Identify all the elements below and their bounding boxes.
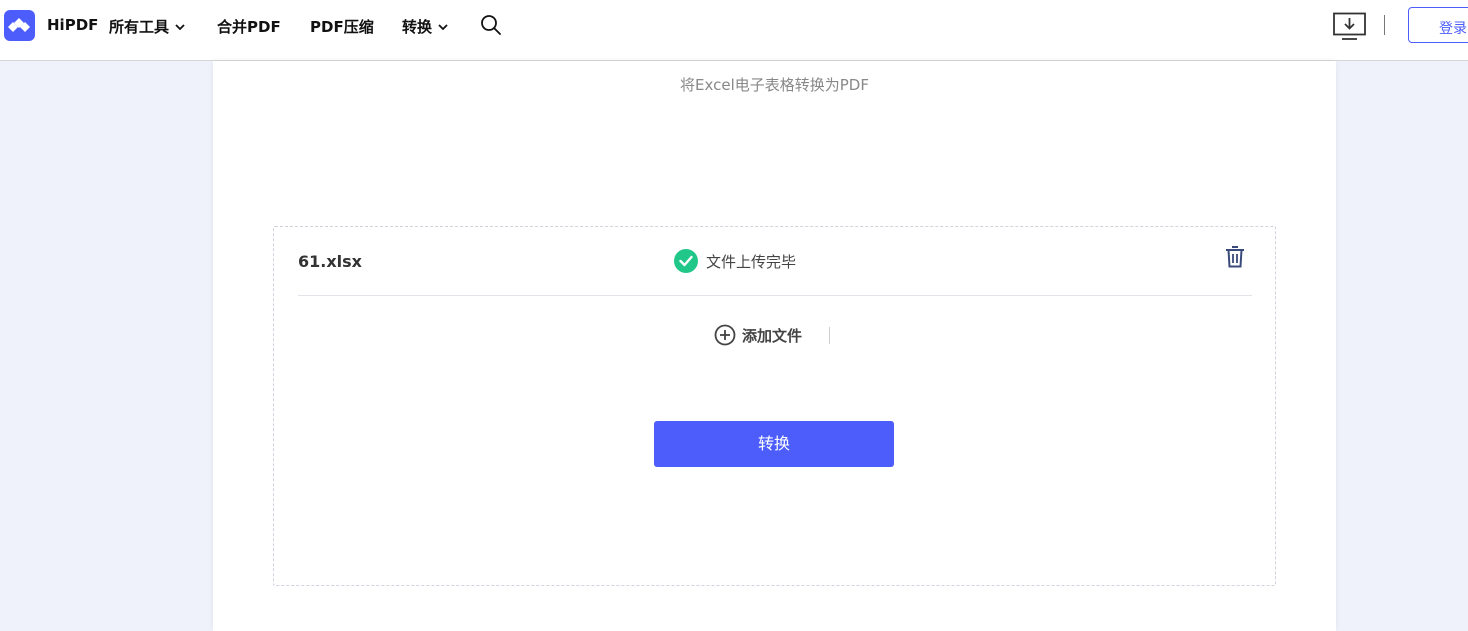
file-name: 61.xlsx (298, 252, 362, 271)
upload-status-text: 文件上传完毕 (706, 252, 797, 271)
top-navigation-bar: HiPDF 所有工具 合并PDF PDF压缩 转换 登录 (0, 0, 1468, 61)
check-circle-icon (674, 249, 698, 273)
nav-convert-label: 转换 (402, 18, 433, 36)
search-icon[interactable] (480, 14, 502, 36)
header-divider (1384, 15, 1385, 35)
chevron-down-icon (175, 17, 185, 35)
login-button[interactable]: 登录 (1408, 7, 1468, 43)
add-file-button[interactable]: 添加文件 (714, 324, 802, 348)
nav-merge-pdf[interactable]: 合并PDF (217, 16, 281, 37)
plus-circle-icon (714, 324, 736, 346)
file-list-item: 61.xlsx 文件上传完毕 (298, 227, 1252, 296)
nav-compress-pdf-label: PDF压缩 (310, 18, 374, 36)
page-subtitle: 将Excel电子表格转换为PDF (680, 76, 869, 94)
nav-all-tools-label: 所有工具 (109, 18, 170, 36)
trash-icon[interactable] (1225, 246, 1245, 268)
chevron-down-icon (438, 17, 448, 35)
nav-merge-pdf-label: 合并PDF (217, 18, 281, 36)
converter-card: 将Excel电子表格转换为PDF 61.xlsx 文件上传完毕 添加文件 转换 (213, 61, 1336, 631)
desktop-download-icon[interactable] (1332, 12, 1368, 42)
convert-button[interactable]: 转换 (654, 421, 894, 467)
nav-all-tools[interactable]: 所有工具 (109, 16, 185, 37)
nav-compress-pdf[interactable]: PDF压缩 (310, 16, 374, 37)
add-file-label: 添加文件 (742, 326, 803, 345)
upload-status: 文件上传完毕 (674, 249, 796, 273)
add-file-divider (829, 327, 830, 344)
hipdf-logo-icon[interactable] (4, 10, 35, 41)
brand-name[interactable]: HiPDF (47, 16, 98, 34)
file-dropzone[interactable]: 61.xlsx 文件上传完毕 添加文件 转换 (273, 226, 1276, 586)
nav-convert[interactable]: 转换 (402, 16, 448, 37)
